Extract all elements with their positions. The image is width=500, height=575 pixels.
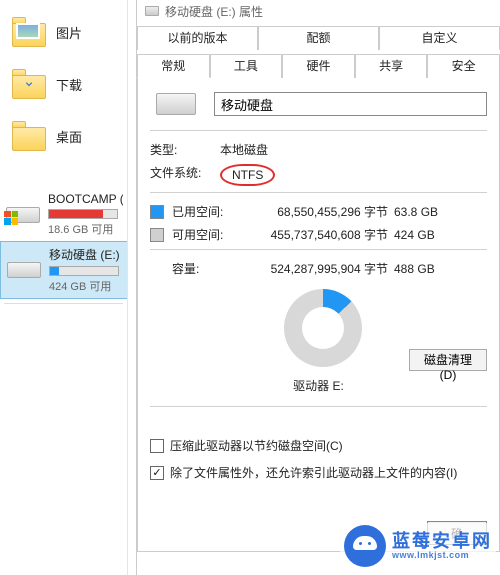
used-color-swatch — [150, 205, 164, 219]
drive-usage-fill — [49, 210, 103, 218]
nav-divider — [4, 303, 123, 304]
options-checkboxes: 压缩此驱动器以节约磁盘空间(C) ✓ 除了文件属性外，还允许索引此驱动器上文件的… — [150, 437, 487, 481]
drive-properties-dialog: 移动硬盘 (E:) 属性 以前的版本 配额 自定义 常规 工具 硬件 共享 安全… — [136, 0, 500, 575]
nav-item-label: 桌面 — [56, 127, 82, 146]
watermark-url: www.lmkjst.com — [392, 551, 492, 560]
folder-icon — [12, 69, 46, 99]
tab-previous-versions[interactable]: 以前的版本 — [137, 26, 258, 50]
disk-cleanup-button[interactable]: 磁盘清理(D) — [409, 349, 487, 371]
capacity-human: 488 GB — [394, 262, 454, 276]
used-space-bytes: 68,550,455,296 字节 — [238, 203, 394, 220]
windows-logo-icon — [4, 211, 18, 225]
filesystem-label: 文件系统: — [150, 164, 220, 186]
usage-donut-chart — [284, 289, 362, 367]
used-space-human: 63.8 GB — [394, 205, 454, 219]
drive-list: BOOTCAMP ( 18.6 GB 可用 移动硬盘 (E:) 424 GB 可… — [0, 188, 127, 304]
drive-usage-fill — [50, 267, 59, 275]
watermark: 蓝莓安卓网 www.lmkjst.com — [340, 523, 496, 569]
tab-content-general: 类型: 本地磁盘 文件系统: NTFS 已用空间: 68,550,455,296… — [137, 78, 500, 552]
type-value: 本地磁盘 — [220, 141, 268, 158]
tab-security[interactable]: 安全 — [427, 54, 500, 78]
used-space-label: 已用空间: — [172, 203, 238, 220]
nav-item-pictures[interactable]: 图片 — [0, 6, 127, 58]
divider — [150, 249, 487, 250]
filesystem-value: NTFS — [220, 164, 275, 186]
drive-usage-bar — [49, 266, 119, 276]
tab-sharing[interactable]: 共享 — [355, 54, 428, 78]
drive-icon — [4, 201, 42, 229]
drive-info: 移动硬盘 (E:) 424 GB 可用 — [49, 246, 123, 294]
drive-usage-bar — [48, 209, 118, 219]
drive-free-text: 424 GB 可用 — [49, 278, 123, 294]
free-space-label: 可用空间: — [172, 226, 238, 243]
compress-checkbox-label: 压缩此驱动器以节约磁盘空间(C) — [170, 437, 343, 454]
index-checkbox-label: 除了文件属性外，还允许索引此驱动器上文件的内容(I) — [170, 464, 457, 481]
photo-thumbnail-icon — [16, 23, 40, 39]
tabs-row-top: 以前的版本 配额 自定义 — [137, 26, 500, 50]
watermark-title: 蓝莓安卓网 — [392, 532, 492, 551]
drive-info: BOOTCAMP ( 18.6 GB 可用 — [48, 192, 123, 237]
index-checkbox-row[interactable]: ✓ 除了文件属性外，还允许索引此驱动器上文件的内容(I) — [150, 464, 487, 481]
drive-letter-label: 驱动器 E: — [150, 377, 487, 394]
nav-item-label: 下载 — [56, 75, 82, 94]
android-badge-icon — [344, 525, 386, 567]
dialog-title: 移动硬盘 (E:) 属性 — [165, 3, 263, 20]
divider — [150, 406, 487, 407]
tab-quota[interactable]: 配额 — [258, 26, 379, 50]
tab-general[interactable]: 常规 — [137, 54, 210, 78]
download-arrow-icon — [22, 77, 36, 91]
compress-checkbox-row[interactable]: 压缩此驱动器以节约磁盘空间(C) — [150, 437, 487, 454]
checkbox-unchecked-icon[interactable] — [150, 439, 164, 453]
capacity-label: 容量: — [172, 260, 238, 277]
drive-free-text: 18.6 GB 可用 — [48, 221, 123, 237]
divider — [150, 130, 487, 131]
checkbox-checked-icon[interactable]: ✓ — [150, 466, 164, 480]
tab-hardware[interactable]: 硬件 — [282, 54, 355, 78]
drive-icon — [145, 6, 159, 16]
explorer-nav-pane: 图片 下载 桌面 BOOTCAMP ( 18.6 — [0, 0, 128, 575]
capacity-bytes: 524,287,995,904 字节 — [238, 260, 394, 277]
drive-large-icon — [156, 93, 196, 115]
tab-tools[interactable]: 工具 — [210, 54, 283, 78]
tabs-row-bottom: 常规 工具 硬件 共享 安全 — [137, 54, 500, 78]
nav-item-downloads[interactable]: 下载 — [0, 58, 127, 110]
tab-customize[interactable]: 自定义 — [379, 26, 500, 50]
space-table: 已用空间: 68,550,455,296 字节 63.8 GB 可用空间: 45… — [150, 203, 487, 277]
folder-icon — [12, 121, 46, 151]
nav-item-label: 图片 — [56, 23, 82, 42]
free-color-swatch — [150, 228, 164, 242]
drive-name: BOOTCAMP ( — [48, 192, 123, 206]
divider — [150, 192, 487, 193]
free-space-human: 424 GB — [394, 228, 454, 242]
dialog-titlebar[interactable]: 移动硬盘 (E:) 属性 — [137, 0, 500, 22]
drive-icon — [5, 256, 43, 284]
drive-item-bootcamp[interactable]: BOOTCAMP ( 18.6 GB 可用 — [0, 188, 127, 241]
folder-icon — [12, 17, 46, 47]
drive-item-removable[interactable]: 移动硬盘 (E:) 424 GB 可用 — [0, 241, 127, 299]
free-space-bytes: 455,737,540,608 字节 — [238, 226, 394, 243]
drive-name: 移动硬盘 (E:) — [49, 246, 123, 263]
nav-item-desktop[interactable]: 桌面 — [0, 110, 127, 162]
volume-name-input[interactable] — [214, 92, 487, 116]
type-label: 类型: — [150, 141, 220, 158]
